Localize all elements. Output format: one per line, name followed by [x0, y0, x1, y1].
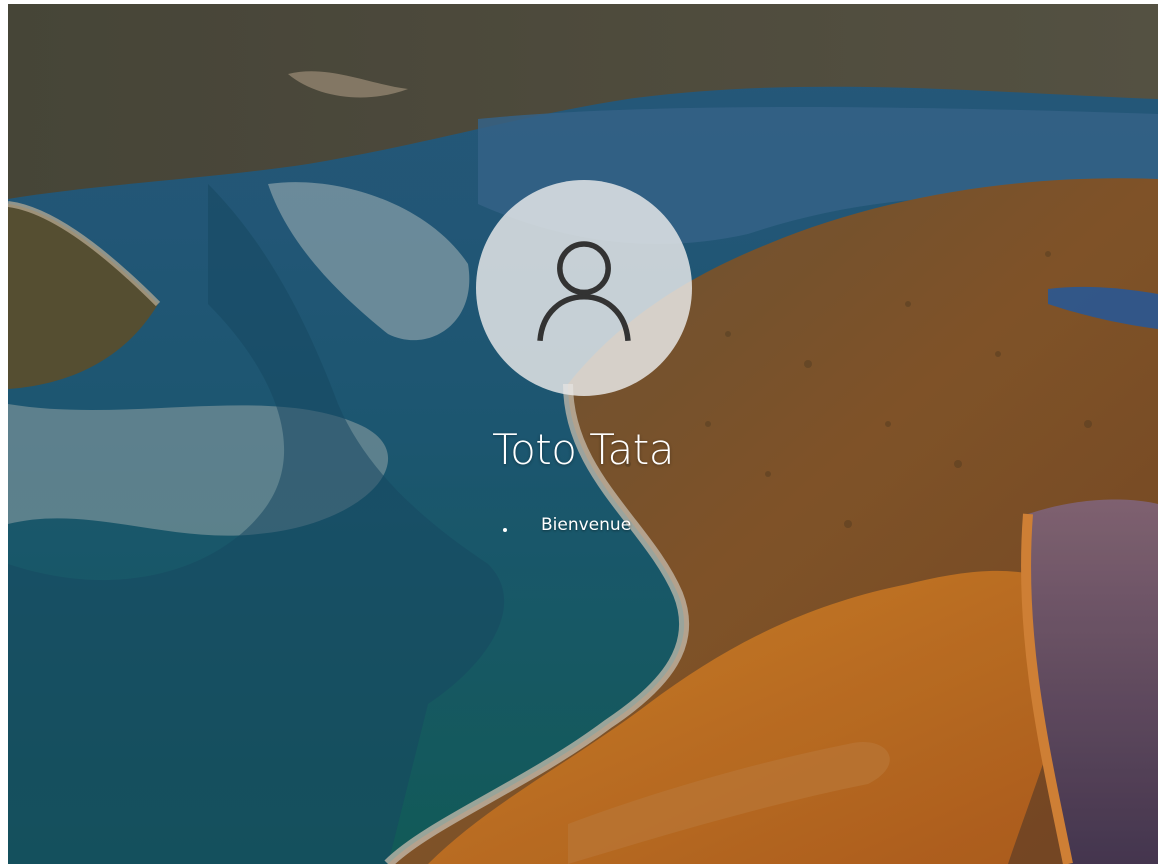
sign-in-status: Bienvenue	[503, 510, 631, 540]
user-silhouette-icon	[537, 241, 631, 342]
loading-dot-icon	[503, 528, 507, 532]
user-name: Toto Tata	[492, 425, 674, 474]
status-text: Bienvenue	[541, 515, 632, 535]
lock-screen: Toto Tata Bienvenue	[8, 4, 1158, 864]
user-avatar	[476, 180, 692, 396]
